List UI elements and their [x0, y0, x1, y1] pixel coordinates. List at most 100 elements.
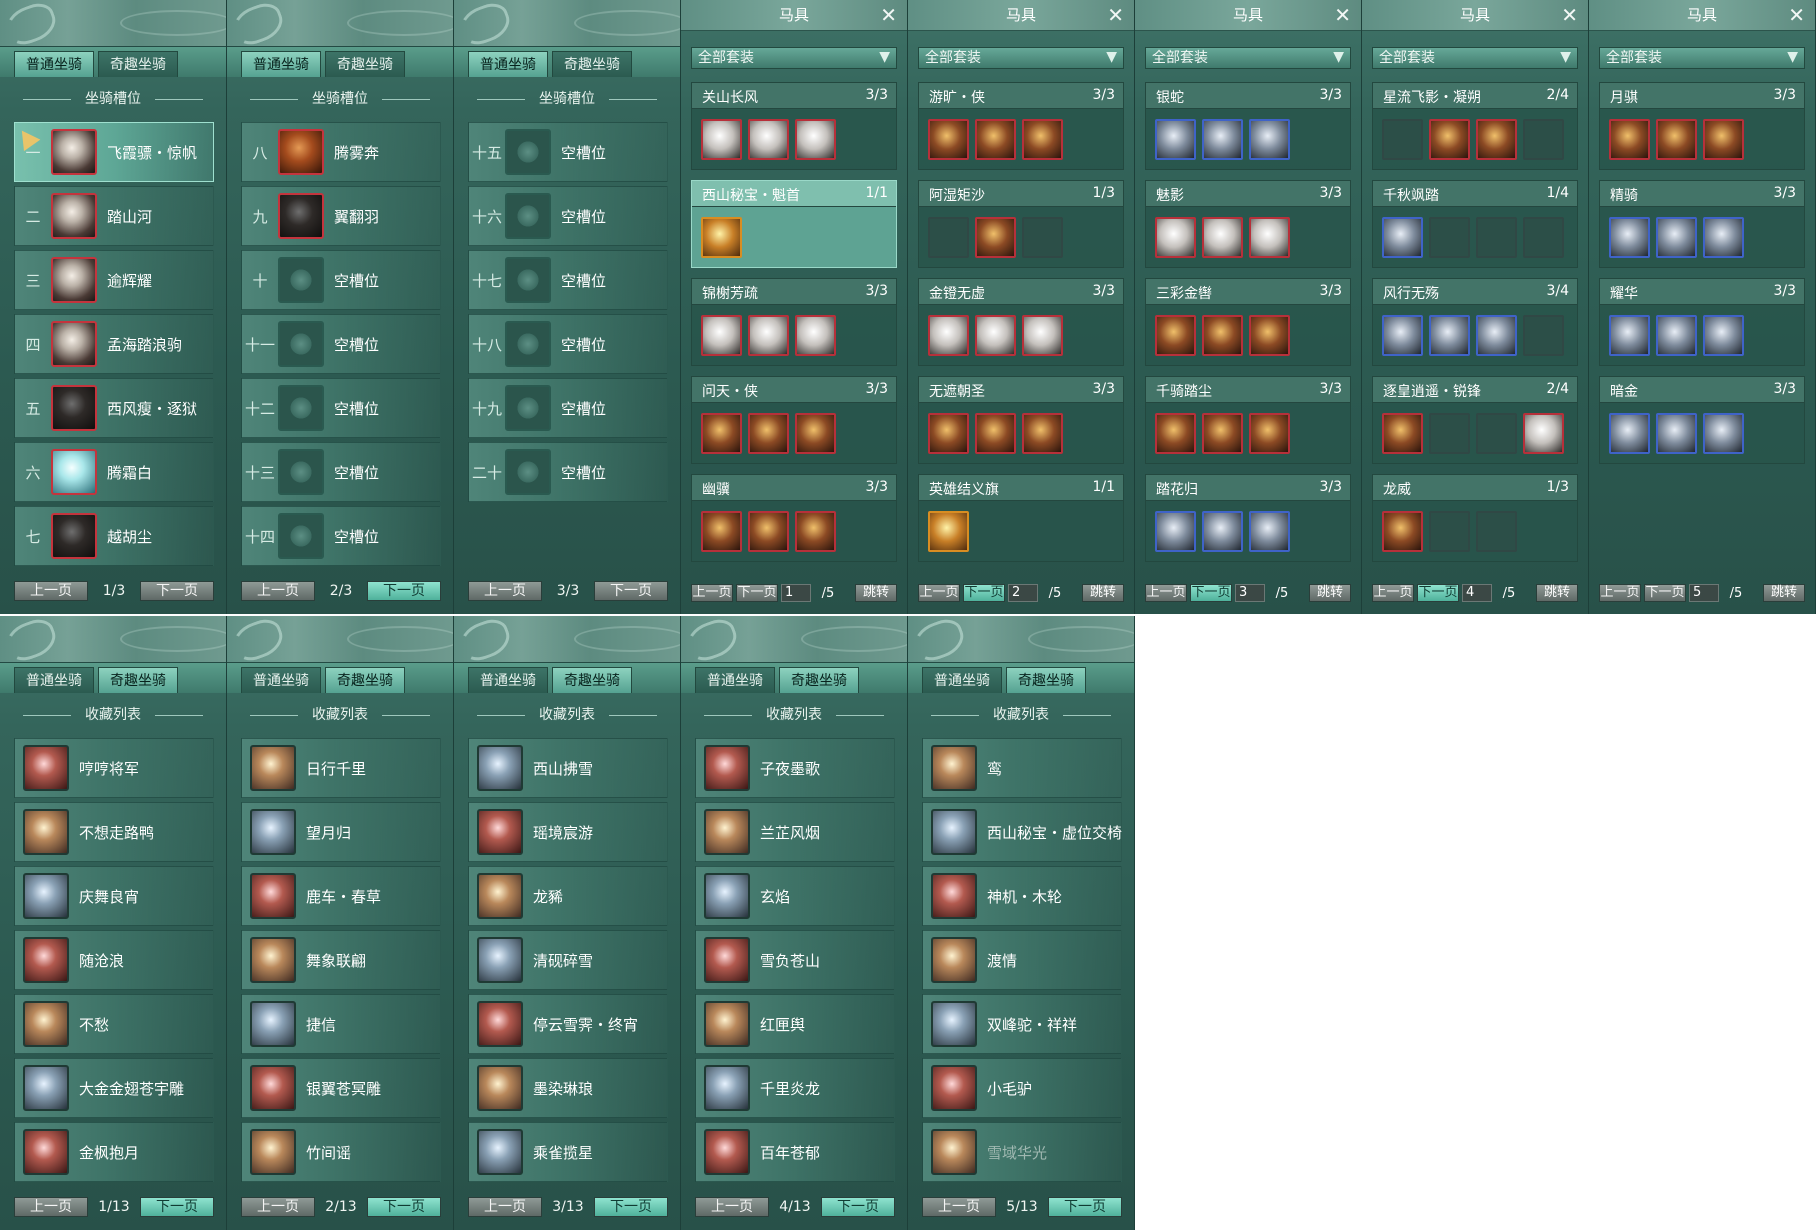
- collection-row[interactable]: 神机・木轮: [922, 866, 1122, 926]
- next-page-button[interactable]: 下一页: [820, 1197, 895, 1217]
- tab-normal-mounts[interactable]: 普通坐骑: [14, 51, 94, 77]
- equipment-set[interactable]: 锦榭芳疏 3/3: [691, 278, 897, 366]
- prev-page-button[interactable]: 上一页: [922, 1197, 996, 1217]
- equipment-set[interactable]: 问天・侠 3/3: [691, 376, 897, 464]
- collection-row[interactable]: 鸾: [922, 738, 1122, 798]
- empty-gear-slot[interactable]: [1429, 217, 1470, 258]
- prev-page-button[interactable]: 上一页: [14, 581, 88, 601]
- gear-piece-icon[interactable]: [928, 315, 969, 356]
- empty-gear-slot[interactable]: [1523, 217, 1564, 258]
- equipment-set[interactable]: 英雄结义旗 1/1: [918, 474, 1124, 562]
- gear-piece-icon[interactable]: [1476, 119, 1517, 160]
- collection-row[interactable]: 百年苍郁: [695, 1122, 895, 1182]
- gear-piece-icon[interactable]: [1249, 413, 1290, 454]
- collection-row[interactable]: 玄焰: [695, 866, 895, 926]
- prev-page-button[interactable]: 上一页: [1372, 584, 1414, 602]
- collection-row[interactable]: 清砚碎雪: [468, 930, 668, 990]
- gear-piece-icon[interactable]: [1022, 119, 1063, 160]
- equipment-set[interactable]: 精骑 3/3: [1599, 180, 1805, 268]
- gear-piece-icon[interactable]: [1609, 315, 1650, 356]
- empty-slot-row[interactable]: 十九 空槽位: [468, 378, 668, 438]
- mount-slot-row[interactable]: 八 腾雾奔: [241, 122, 441, 182]
- gear-piece-icon[interactable]: [928, 413, 969, 454]
- equipment-set[interactable]: 逐皇逍遥・锐锋 2/4: [1372, 376, 1578, 464]
- collection-row[interactable]: 银翼苍冥雕: [241, 1058, 441, 1118]
- gear-piece-icon[interactable]: [1249, 511, 1290, 552]
- tab-fun-mounts[interactable]: 奇趣坐骑: [98, 667, 178, 693]
- gear-piece-icon[interactable]: [748, 119, 789, 160]
- jump-button[interactable]: 跳转: [1763, 584, 1805, 602]
- gear-piece-icon[interactable]: [1476, 315, 1517, 356]
- equipment-set[interactable]: 千秋飒踏 1/4: [1372, 180, 1578, 268]
- equipment-set[interactable]: 千骑踏尘 3/3: [1145, 376, 1351, 464]
- empty-slot-row[interactable]: 十六 空槽位: [468, 186, 668, 246]
- empty-gear-slot[interactable]: [1429, 511, 1470, 552]
- equipment-set[interactable]: 魅影 3/3: [1145, 180, 1351, 268]
- tab-fun-mounts[interactable]: 奇趣坐骑: [779, 667, 859, 693]
- gear-piece-icon[interactable]: [1656, 217, 1697, 258]
- gear-piece-icon[interactable]: [1249, 119, 1290, 160]
- collection-row[interactable]: 捷信: [241, 994, 441, 1054]
- set-filter-dropdown[interactable]: 全部套装 ▼: [1372, 47, 1578, 69]
- prev-page-button[interactable]: 上一页: [695, 1197, 769, 1217]
- collection-row[interactable]: 双峰驼・祥祥: [922, 994, 1122, 1054]
- page-number-input[interactable]: 3: [1235, 584, 1265, 602]
- collection-row[interactable]: 望月归: [241, 802, 441, 862]
- gear-piece-icon[interactable]: [975, 315, 1016, 356]
- next-page-button[interactable]: 下一页: [1417, 584, 1459, 602]
- gear-piece-icon[interactable]: [1656, 315, 1697, 356]
- gear-piece-icon[interactable]: [1249, 315, 1290, 356]
- jump-button[interactable]: 跳转: [1309, 584, 1351, 602]
- collection-row[interactable]: 瑶境宸游: [468, 802, 668, 862]
- gear-piece-icon[interactable]: [748, 511, 789, 552]
- equipment-set[interactable]: 金镫无虚 3/3: [918, 278, 1124, 366]
- gear-piece-icon[interactable]: [1022, 315, 1063, 356]
- tab-fun-mounts[interactable]: 奇趣坐骑: [552, 51, 632, 77]
- gear-piece-icon[interactable]: [1703, 413, 1744, 454]
- gear-piece-icon[interactable]: [1202, 511, 1243, 552]
- page-number-input[interactable]: 5: [1689, 584, 1719, 602]
- collection-row[interactable]: 大金金翅苍宇雕: [14, 1058, 214, 1118]
- empty-slot-row[interactable]: 十四 空槽位: [241, 506, 441, 566]
- gear-piece-icon[interactable]: [1202, 413, 1243, 454]
- gear-piece-icon[interactable]: [975, 217, 1016, 258]
- equipment-set[interactable]: 关山长风 3/3: [691, 82, 897, 170]
- gear-piece-icon[interactable]: [1382, 315, 1423, 356]
- gear-piece-icon[interactable]: [975, 413, 1016, 454]
- mount-slot-row[interactable]: 三 逾辉耀: [14, 250, 214, 310]
- tab-fun-mounts[interactable]: 奇趣坐骑: [325, 51, 405, 77]
- gear-piece-icon[interactable]: [1429, 315, 1470, 356]
- empty-slot-row[interactable]: 十一 空槽位: [241, 314, 441, 374]
- collection-row[interactable]: 庆舞良宵: [14, 866, 214, 926]
- mount-slot-row[interactable]: 二 踏山河: [14, 186, 214, 246]
- set-filter-dropdown[interactable]: 全部套装 ▼: [691, 47, 897, 69]
- gear-piece-icon[interactable]: [928, 119, 969, 160]
- gear-piece-icon[interactable]: [1155, 511, 1196, 552]
- gear-piece-icon[interactable]: [1155, 315, 1196, 356]
- equipment-set[interactable]: 风行无殇 3/4: [1372, 278, 1578, 366]
- gear-piece-icon[interactable]: [795, 413, 836, 454]
- close-icon[interactable]: ✕: [1107, 3, 1124, 27]
- next-page-button[interactable]: 下一页: [593, 1197, 668, 1217]
- collection-row[interactable]: 子夜墨歌: [695, 738, 895, 798]
- empty-gear-slot[interactable]: [1476, 511, 1517, 552]
- prev-page-button[interactable]: 上一页: [468, 1197, 542, 1217]
- gear-piece-icon[interactable]: [701, 119, 742, 160]
- collection-row[interactable]: 西山拂雪: [468, 738, 668, 798]
- tab-normal-mounts[interactable]: 普通坐骑: [695, 667, 775, 693]
- page-number-input[interactable]: 4: [1462, 584, 1492, 602]
- gear-piece-icon[interactable]: [1249, 217, 1290, 258]
- gear-piece-icon[interactable]: [748, 413, 789, 454]
- gear-piece-icon[interactable]: [1656, 413, 1697, 454]
- gear-piece-icon[interactable]: [701, 511, 742, 552]
- next-page-button[interactable]: 下一页: [1190, 584, 1232, 602]
- empty-gear-slot[interactable]: [1022, 217, 1063, 258]
- collection-row[interactable]: 不想走路鸭: [14, 802, 214, 862]
- collection-row[interactable]: 停云雪霁・终宵: [468, 994, 668, 1054]
- equipment-set[interactable]: 游旷・侠 3/3: [918, 82, 1124, 170]
- close-icon[interactable]: ✕: [1788, 3, 1805, 27]
- equipment-set[interactable]: 月骐 3/3: [1599, 82, 1805, 170]
- empty-gear-slot[interactable]: [1523, 119, 1564, 160]
- mount-slot-row[interactable]: 九 翼翻羽: [241, 186, 441, 246]
- collection-row[interactable]: 随沧浪: [14, 930, 214, 990]
